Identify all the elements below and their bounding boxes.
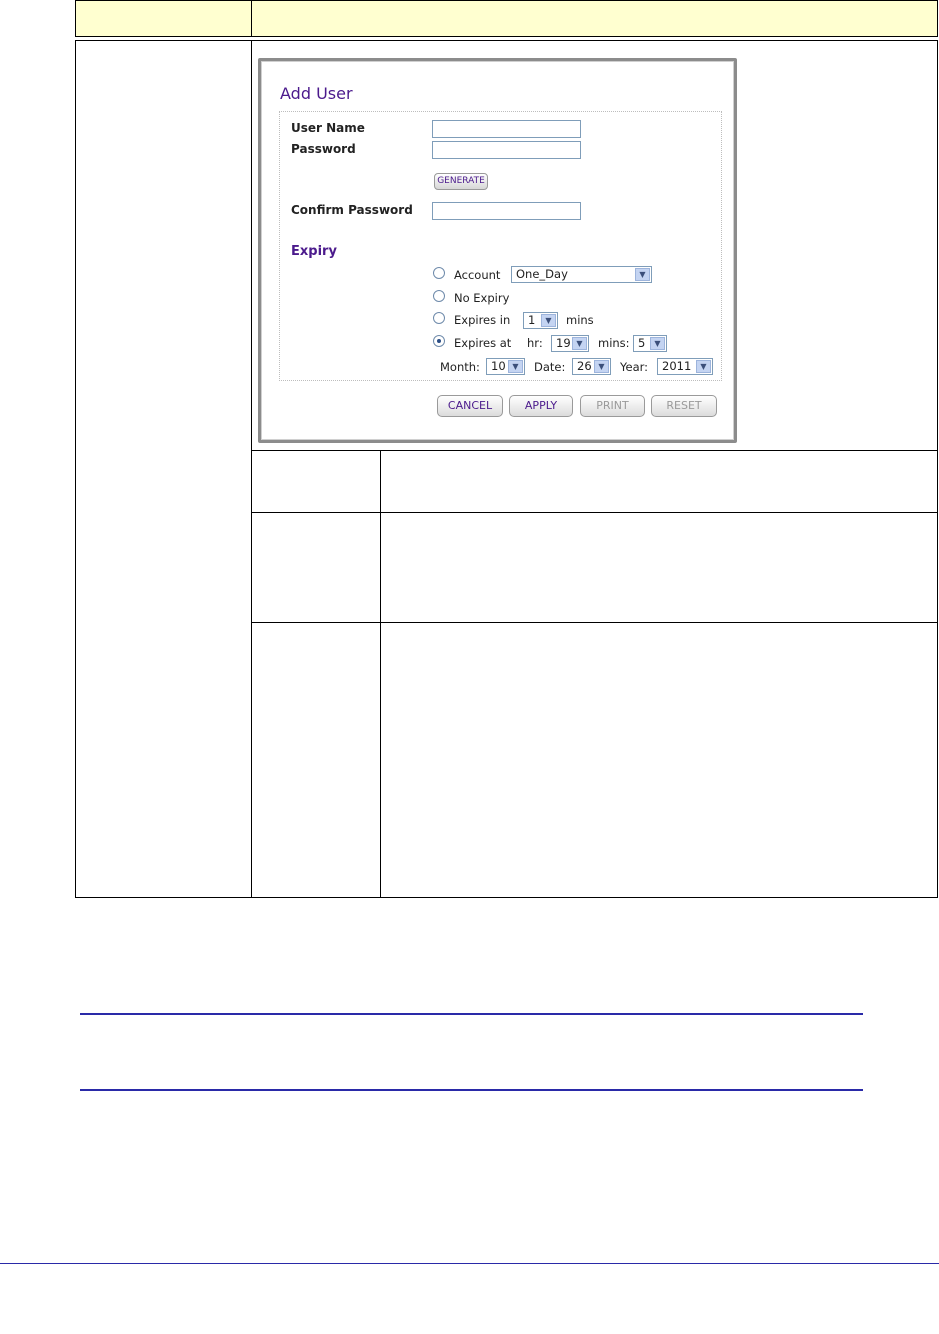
account-select[interactable]: One_Day ▼	[511, 266, 652, 283]
cancel-button[interactable]: CANCEL	[437, 395, 503, 417]
table-header-cell-2	[251, 0, 938, 37]
minute-select[interactable]: 5 ▼	[633, 335, 667, 352]
year-select-value: 2011	[662, 359, 692, 373]
table-left-border	[75, 40, 76, 898]
no-expiry-label: No Expiry	[454, 291, 510, 305]
nested-column-divider	[380, 450, 381, 898]
account-label: Account	[454, 268, 501, 282]
chevron-down-icon: ▼	[650, 337, 665, 350]
minute-label: mins:	[598, 336, 630, 350]
year-label: Year:	[620, 360, 649, 374]
month-label: Month:	[440, 360, 480, 374]
expires-in-select-value: 1	[528, 313, 536, 327]
expiry-section-title: Expiry	[291, 244, 337, 259]
chevron-down-icon: ▼	[508, 360, 523, 373]
date-select[interactable]: 26 ▼	[572, 358, 611, 375]
minute-select-value: 5	[638, 336, 646, 350]
table-bottom-border	[75, 897, 938, 898]
hour-label: hr:	[527, 336, 543, 350]
date-label: Date:	[534, 360, 566, 374]
dialog-title: Add User	[280, 84, 353, 103]
chevron-down-icon: ▼	[696, 360, 711, 373]
confirm-password-input[interactable]	[432, 202, 581, 220]
no-expiry-radio[interactable]	[433, 290, 445, 302]
expires-at-radio[interactable]	[433, 335, 445, 347]
reset-button[interactable]: RESET	[651, 395, 717, 417]
nested-row-line-2	[251, 512, 938, 513]
password-label: Password	[291, 142, 356, 156]
generate-button[interactable]: GENERATE	[434, 173, 488, 190]
password-input[interactable]	[432, 141, 581, 159]
note-top-rule	[80, 1013, 863, 1015]
apply-button[interactable]: APPLY	[509, 395, 573, 417]
user-name-input[interactable]	[432, 120, 581, 138]
note-bottom-rule	[80, 1089, 863, 1091]
add-user-dialog: Add User User Name Password GENERATE Con…	[258, 58, 737, 443]
footer-rule	[0, 1263, 939, 1264]
header-divider	[75, 40, 938, 41]
chevron-down-icon: ▼	[572, 337, 587, 350]
chevron-down-icon: ▼	[635, 268, 650, 281]
expires-in-select[interactable]: 1 ▼	[523, 312, 558, 329]
month-select[interactable]: 10 ▼	[486, 358, 525, 375]
nested-row-line-1	[251, 450, 938, 451]
expires-in-radio[interactable]	[433, 312, 445, 324]
month-select-value: 10	[491, 359, 506, 373]
table-right-border	[937, 40, 938, 898]
hour-select[interactable]: 19 ▼	[551, 335, 589, 352]
user-name-label: User Name	[291, 121, 365, 135]
table-column-divider	[251, 40, 252, 898]
expires-in-mins-label: mins	[566, 313, 594, 327]
year-select[interactable]: 2011 ▼	[657, 358, 713, 375]
account-select-value: One_Day	[516, 267, 568, 281]
chevron-down-icon: ▼	[541, 314, 556, 327]
chevron-down-icon: ▼	[594, 360, 609, 373]
expires-at-label: Expires at	[454, 336, 512, 350]
hour-select-value: 19	[556, 336, 571, 350]
expires-in-label: Expires in	[454, 313, 511, 327]
confirm-password-label: Confirm Password	[291, 203, 413, 217]
print-button[interactable]: PRINT	[580, 395, 645, 417]
table-header-cell-1	[75, 0, 252, 37]
date-select-value: 26	[577, 359, 592, 373]
account-radio[interactable]	[433, 267, 445, 279]
nested-row-line-3	[251, 622, 938, 623]
